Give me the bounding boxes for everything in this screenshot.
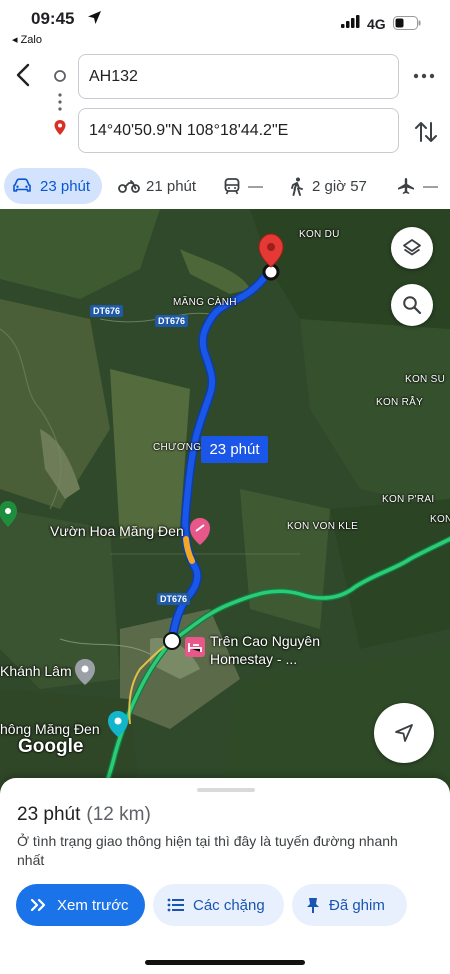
signal-icon xyxy=(341,15,360,28)
origin-input[interactable]: AH132 xyxy=(78,54,399,99)
place-label: KON SU xyxy=(405,374,446,385)
swap-direction-icon[interactable] xyxy=(413,119,439,145)
route-summary-sheet[interactable]: 23 phút (12 km) Ở tình trạng giao thông h… xyxy=(0,778,450,974)
walking-icon xyxy=(291,177,303,196)
home-indicator[interactable] xyxy=(145,960,305,965)
tab-car-label: 23 phút xyxy=(40,177,91,195)
more-options-icon[interactable] xyxy=(412,66,436,86)
location-arrow-icon xyxy=(88,11,101,24)
airplane-icon xyxy=(398,178,414,194)
my-location-button[interactable] xyxy=(374,703,434,763)
steps-label: Các chặng xyxy=(193,896,265,914)
train-icon xyxy=(224,177,240,194)
list-icon xyxy=(167,898,184,912)
destination-value: 14°40'50.9"N 108°18'44.2"E xyxy=(89,121,289,139)
layers-icon xyxy=(403,239,421,256)
place-label: CHƯƠNG xyxy=(153,442,202,453)
preview-label: Xem trước xyxy=(57,896,129,914)
pinned-label: Đã ghim xyxy=(329,896,385,914)
tab-walk-label: 2 giờ 57 xyxy=(312,177,367,195)
tab-motorbike[interactable]: 21 phút xyxy=(118,168,196,204)
pin-icon xyxy=(307,897,319,913)
clock: 09:45 xyxy=(31,9,75,28)
back-to-app-link[interactable]: ◂ Zalo xyxy=(12,33,42,46)
sheet-drag-handle[interactable] xyxy=(197,788,255,792)
steps-button[interactable]: Các chặng xyxy=(153,884,284,926)
place-label: MĂNG CÀNH xyxy=(173,297,237,308)
tab-transit[interactable]: — xyxy=(224,168,263,204)
network-type: 4G xyxy=(367,16,386,32)
layers-button[interactable] xyxy=(391,227,433,269)
car-icon xyxy=(13,178,31,192)
search-icon xyxy=(403,296,422,315)
google-logo: Google xyxy=(18,736,84,757)
tab-car[interactable]: 23 phút xyxy=(4,168,102,204)
route-summary: 23 phút (12 km) xyxy=(17,804,151,826)
back-arrow-icon[interactable] xyxy=(12,62,36,88)
destination-input[interactable]: 14°40'50.9"N 108°18'44.2"E xyxy=(78,108,399,153)
tab-walk[interactable]: 2 giờ 57 xyxy=(290,168,367,204)
motorbike-icon xyxy=(118,180,140,193)
route-connector-icon xyxy=(54,70,66,135)
screen: 09:45 ◂ Zalo 4G AH132 14°40'50.9"N 108°1… xyxy=(0,0,450,974)
poi-homestay-line1[interactable]: Trên Cao Nguyên xyxy=(210,633,320,650)
status-bar: 09:45 ◂ Zalo 4G xyxy=(0,0,450,50)
road-tag: DT676 xyxy=(157,593,191,605)
battery-icon xyxy=(393,16,421,30)
tab-flight[interactable]: — xyxy=(397,168,438,204)
place-label: KON P'RAI xyxy=(382,494,435,505)
road-tag: DT676 xyxy=(90,305,124,317)
poi-flower-garden[interactable]: Vườn Hoa Măng Đen xyxy=(50,523,184,540)
route-description: Ở tình trạng giao thông hiện tại thì đây… xyxy=(17,833,398,868)
route-distance: (12 km) xyxy=(86,804,151,825)
road-tag: DT676 xyxy=(155,315,189,327)
route-duration: 23 phút xyxy=(17,804,81,825)
place-label: KON DU xyxy=(299,229,340,240)
tab-flight-label: — xyxy=(423,177,438,195)
poi-homestay-line2[interactable]: Homestay - ... xyxy=(210,651,297,668)
route-time-bubble[interactable]: 23 phút xyxy=(201,436,268,463)
place-label: KON xyxy=(430,514,450,525)
place-label: KON VON KLE xyxy=(287,521,359,532)
satellite-map[interactable]: KON DU MĂNG CÀNH KON SU KON RẪY CHƯƠNG K… xyxy=(0,209,450,799)
search-along-route-button[interactable] xyxy=(391,284,433,326)
place-label: KON RẪY xyxy=(376,397,424,408)
navigation-arrow-icon xyxy=(395,724,413,742)
tab-motorbike-label: 21 phút xyxy=(146,177,197,195)
pinned-button[interactable]: Đã ghim xyxy=(292,884,407,926)
preview-button[interactable]: Xem trước xyxy=(16,884,145,926)
tab-transit-label: — xyxy=(248,177,263,195)
travel-mode-tabs: 23 phút 21 phút — 2 giờ 57 — xyxy=(0,168,450,204)
origin-value: AH132 xyxy=(89,67,138,85)
poi-khanh-lam[interactable]: Khánh Lâm xyxy=(0,663,72,680)
chevrons-right-icon xyxy=(30,898,46,912)
